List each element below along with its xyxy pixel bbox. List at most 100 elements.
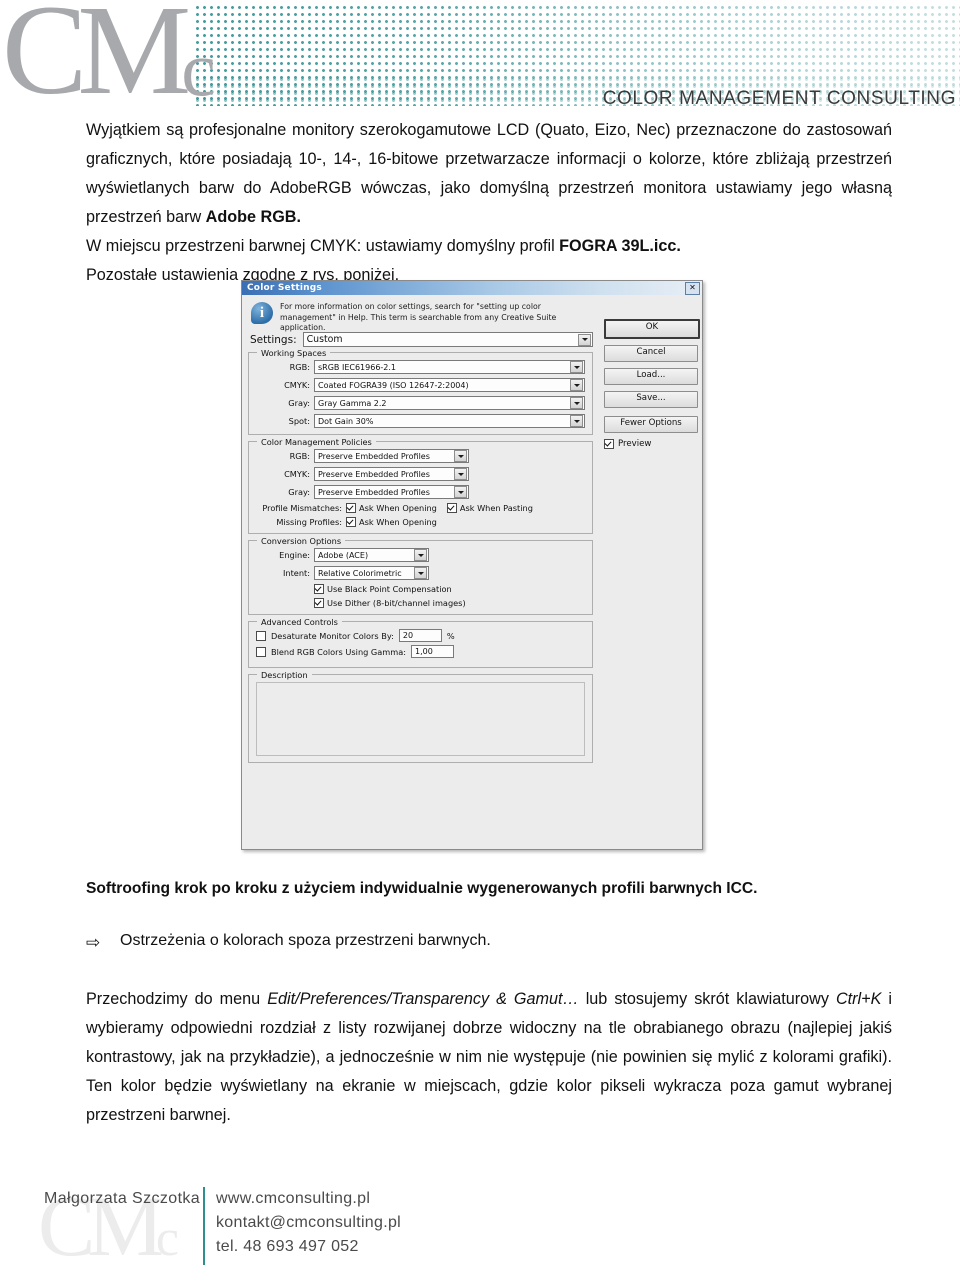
chevron-down-icon[interactable] <box>454 450 467 462</box>
chevron-down-icon[interactable] <box>570 361 583 373</box>
mismatch-ask-opening-label: Ask When Opening <box>359 503 437 513</box>
dialog-body: i For more information on color settings… <box>242 295 702 853</box>
mismatch-ask-pasting-label: Ask When Pasting <box>459 503 533 513</box>
close-icon[interactable]: ✕ <box>685 281 700 295</box>
chevron-down-icon[interactable] <box>570 415 583 427</box>
policy-cmyk-label: CMYK: <box>284 469 310 479</box>
chevron-down-icon[interactable] <box>414 549 427 561</box>
ok-button[interactable]: OK <box>604 319 700 339</box>
mismatch-ask-pasting-row[interactable]: Ask When Pasting <box>446 503 533 513</box>
fogra-bold: FOGRA 39L.icc. <box>559 237 681 255</box>
settings-preset-select[interactable]: Custom <box>302 332 593 347</box>
advanced-controls-group: Advanced Controls Desaturate Monitor Col… <box>248 617 593 668</box>
menu-text-1: Przechodzimy do menu <box>86 990 268 1008</box>
info-icon: i <box>251 302 273 324</box>
policy-rgb-row: RGB: Preserve Embedded Profiles <box>256 449 585 463</box>
warnings-bullet-text: Ostrzeżenia o kolorach spoza przestrzeni… <box>120 932 491 949</box>
ws-cmyk-value: Coated FOGRA39 (ISO 12647-2:2004) <box>318 380 469 390</box>
footer-contact-block: www.cmconsulting.pl kontakt@cmconsulting… <box>216 1187 401 1259</box>
ws-rgb-value: sRGB IEC61966-2.1 <box>318 362 397 372</box>
load-button[interactable]: Load... <box>604 368 698 385</box>
ws-cmyk-label: CMYK: <box>284 380 310 390</box>
description-legend: Description <box>257 670 312 680</box>
fewer-options-button[interactable]: Fewer Options <box>604 416 698 433</box>
chevron-down-icon[interactable] <box>570 397 583 409</box>
bpc-checkbox[interactable] <box>314 584 324 594</box>
menu-text-2: lub stosujemy skrót klawiaturowy <box>578 990 836 1008</box>
settings-preset-row: Settings: Custom <box>250 332 593 347</box>
warnings-bullet: ⇨ Ostrzeżenia o kolorach spoza przestrze… <box>86 932 892 954</box>
cancel-button[interactable]: Cancel <box>604 345 698 362</box>
paragraph-cmyk: W miejscu przestrzeni barwnej CMYK: usta… <box>86 232 892 261</box>
footer-website[interactable]: www.cmconsulting.pl <box>216 1187 401 1211</box>
mismatch-ask-pasting-checkbox[interactable] <box>446 503 457 513</box>
advanced-legend: Advanced Controls <box>257 617 342 627</box>
ws-spot-row: Spot: Dot Gain 30% <box>256 414 585 428</box>
desaturate-row[interactable]: Desaturate Monitor Colors By: 20 % <box>256 629 585 642</box>
chevron-down-icon[interactable] <box>578 333 591 346</box>
desaturate-label: Desaturate Monitor Colors By: <box>271 630 394 641</box>
ws-rgb-label: RGB: <box>289 362 310 372</box>
preview-label: Preview <box>618 439 652 449</box>
mismatch-ask-opening-row[interactable]: Ask When Opening <box>346 503 437 513</box>
ws-gray-label: Gray: <box>288 398 310 408</box>
ws-gray-value: Gray Gamma 2.2 <box>318 398 387 408</box>
policy-cmyk-select[interactable]: Preserve Embedded Profiles <box>314 467 469 481</box>
conversion-legend: Conversion Options <box>257 536 346 546</box>
preview-checkbox-row[interactable]: Preview <box>604 439 696 449</box>
page-header: CMc COLOR MANAGEMENT CONSULTING <box>0 0 960 115</box>
ws-spot-select[interactable]: Dot Gain 30% <box>314 414 585 428</box>
page-footer: CMc Małgorzata Szczotka www.cmconsulting… <box>0 1165 960 1279</box>
policy-gray-label: Gray: <box>288 487 310 497</box>
policy-cmyk-value: Preserve Embedded Profiles <box>318 469 430 479</box>
info-banner-text: For more information on color settings, … <box>280 302 557 333</box>
blend-gamma-checkbox[interactable] <box>256 646 266 657</box>
dialog-main-column: Settings: Custom Working Spaces RGB: sRG… <box>248 331 593 769</box>
engine-select[interactable]: Adobe (ACE) <box>314 548 429 562</box>
shortcut-italic: Ctrl+K <box>835 990 882 1008</box>
bpc-label: Use Black Point Compensation <box>327 584 452 594</box>
engine-row: Engine: Adobe (ACE) <box>256 548 585 562</box>
desaturate-checkbox[interactable] <box>256 630 266 641</box>
chevron-down-icon[interactable] <box>570 379 583 391</box>
policy-rgb-value: Preserve Embedded Profiles <box>318 451 430 461</box>
policy-gray-row: Gray: Preserve Embedded Profiles <box>256 485 585 499</box>
preview-checkbox[interactable] <box>604 439 614 449</box>
desaturate-input[interactable]: 20 <box>398 629 442 642</box>
chevron-down-icon[interactable] <box>454 468 467 480</box>
dither-checkbox-row[interactable]: Use Dither (8-bit/channel images) <box>314 598 466 608</box>
blend-gamma-row[interactable]: Blend RGB Colors Using Gamma: 1,00 <box>256 645 585 658</box>
engine-value: Adobe (ACE) <box>318 550 369 560</box>
dither-checkbox[interactable] <box>314 598 324 608</box>
intent-select[interactable]: Relative Colorimetric <box>314 566 429 580</box>
ws-rgb-row: RGB: sRGB IEC61966-2.1 <box>256 360 585 374</box>
missing-profiles-label: Missing Profiles: <box>276 517 342 527</box>
ws-rgb-select[interactable]: sRGB IEC61966-2.1 <box>314 360 585 374</box>
chevron-down-icon[interactable] <box>414 567 427 579</box>
policy-rgb-select[interactable]: Preserve Embedded Profiles <box>314 449 469 463</box>
dialog-titlebar[interactable]: Color Settings ✕ <box>242 281 702 295</box>
profile-mismatches-label: Profile Mismatches: <box>262 503 342 513</box>
chevron-down-icon[interactable] <box>454 486 467 498</box>
save-button[interactable]: Save... <box>604 391 698 408</box>
policy-gray-value: Preserve Embedded Profiles <box>318 487 430 497</box>
missing-ask-opening-checkbox[interactable] <box>346 517 356 527</box>
bpc-checkbox-row[interactable]: Use Black Point Compensation <box>314 584 452 594</box>
working-spaces-group: Working Spaces RGB: sRGB IEC61966-2.1 CM… <box>248 348 593 435</box>
paragraph-monitors: Wyjątkiem są profesjonalne monitory szer… <box>86 116 892 232</box>
working-spaces-legend: Working Spaces <box>257 348 331 358</box>
footer-email[interactable]: kontakt@cmconsulting.pl <box>216 1211 401 1235</box>
ws-gray-select[interactable]: Gray Gamma 2.2 <box>314 396 585 410</box>
policy-gray-select[interactable]: Preserve Embedded Profiles <box>314 485 469 499</box>
footer-author-name: Małgorzata Szczotka <box>44 1190 201 1207</box>
intent-value: Relative Colorimetric <box>318 568 402 578</box>
blend-gamma-input[interactable]: 1,00 <box>411 645 455 658</box>
ws-spot-label: Spot: <box>288 416 310 426</box>
dialog-title: Color Settings <box>247 283 322 293</box>
missing-ask-opening-row[interactable]: Ask When Opening <box>346 517 437 527</box>
mismatch-ask-opening-checkbox[interactable] <box>346 503 356 513</box>
paragraph-menu-instructions: Przechodzimy do menu Edit/Preferences/Tr… <box>86 985 892 1130</box>
intent-label: Intent: <box>282 568 310 578</box>
bpc-row: Use Black Point Compensation <box>256 584 585 594</box>
ws-cmyk-select[interactable]: Coated FOGRA39 (ISO 12647-2:2004) <box>314 378 585 392</box>
